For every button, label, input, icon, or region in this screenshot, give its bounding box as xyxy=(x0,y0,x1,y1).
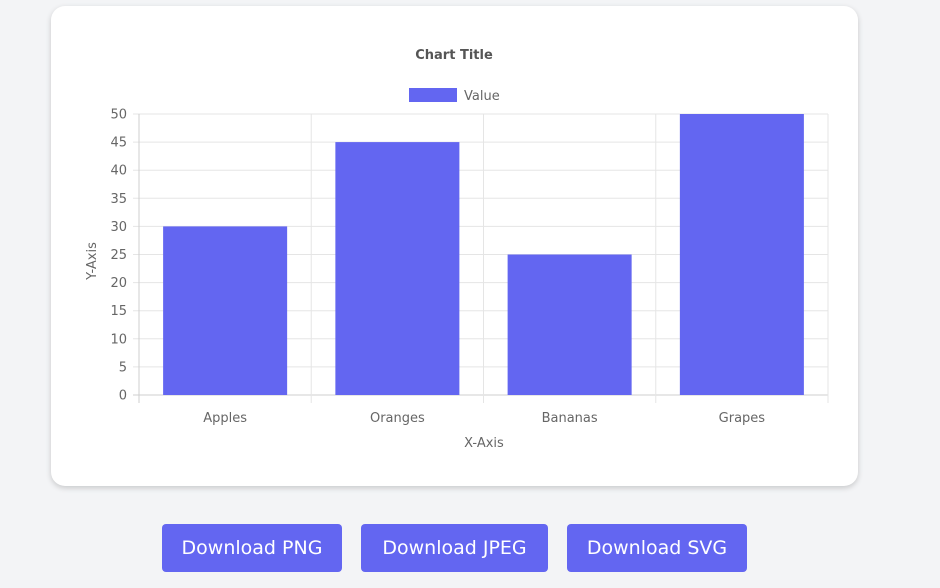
y-tick-label: 15 xyxy=(110,304,127,319)
legend-label: Value xyxy=(464,89,500,104)
x-tick-label: Apples xyxy=(203,411,247,426)
bar[interactable] xyxy=(507,254,632,396)
legend: Value xyxy=(409,88,500,104)
chart-card: Chart Title Value 0 5 10 15 20 25 30 35 40 45 50 A… xyxy=(51,6,858,486)
y-tick-label: 25 xyxy=(110,248,127,263)
y-axis-label: Y-Axis xyxy=(85,242,100,281)
download-svg-button[interactable]: Download SVG xyxy=(567,524,747,572)
download-png-button[interactable]: Download PNG xyxy=(162,524,342,572)
y-tick-labels: 0 5 10 15 20 25 30 35 40 45 50 xyxy=(110,108,127,404)
y-tick-label: 10 xyxy=(110,332,127,347)
bar-chart: Chart Title Value 0 5 10 15 20 25 30 35 40 45 50 A… xyxy=(85,48,829,451)
x-tick-label: Grapes xyxy=(719,411,766,426)
x-axis-label: X-Axis xyxy=(464,436,504,451)
bar[interactable] xyxy=(335,142,460,395)
bar[interactable] xyxy=(163,226,288,395)
y-tick-label: 40 xyxy=(110,164,127,179)
y-tick-label: 30 xyxy=(110,220,127,235)
y-tick-label: 0 xyxy=(119,389,127,404)
y-tick-label: 5 xyxy=(119,360,127,375)
x-tick-labels: Apples Oranges Bananas Grapes xyxy=(203,411,765,426)
y-tick-label: 45 xyxy=(110,136,127,151)
download-buttons: Download PNG Download JPEG Download SVG xyxy=(0,524,940,572)
bar[interactable] xyxy=(679,114,804,395)
y-tick-label: 35 xyxy=(110,192,127,207)
legend-swatch xyxy=(409,88,457,102)
x-tick-label: Oranges xyxy=(370,411,425,426)
y-tick-label: 50 xyxy=(110,108,127,123)
chart-title: Chart Title xyxy=(415,48,493,63)
y-tick-label: 20 xyxy=(110,276,127,291)
download-jpeg-button[interactable]: Download JPEG xyxy=(361,524,548,572)
x-tick-label: Bananas xyxy=(542,411,598,426)
